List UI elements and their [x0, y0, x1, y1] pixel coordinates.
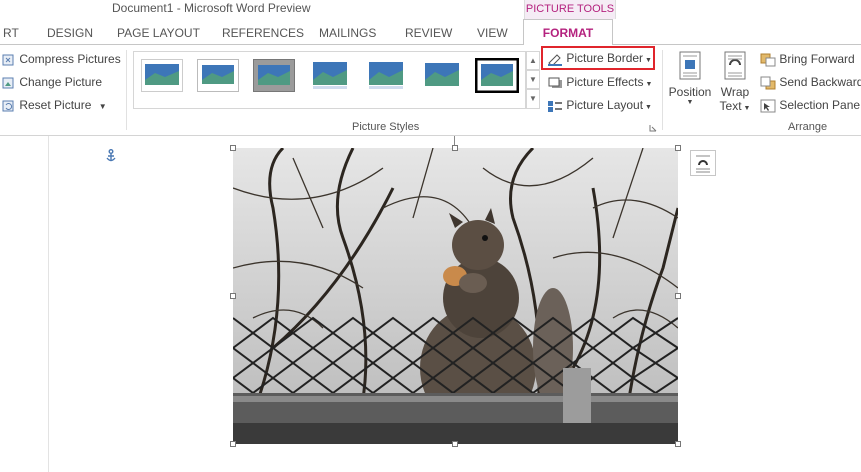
picture-layout-label: Picture Layout [566, 98, 644, 112]
bring-forward-icon [760, 53, 776, 67]
position-icon [679, 51, 701, 80]
tab-format[interactable]: FORMAT [523, 19, 613, 45]
gallery-more[interactable]: ▼ [526, 89, 540, 109]
selection-pane-icon [760, 99, 776, 113]
group-separator [662, 50, 663, 130]
picture-tools-context-label: PICTURE TOOLS [524, 0, 616, 19]
window-title: Document1 - Microsoft Word Preview [112, 1, 311, 15]
style-thumb-5[interactable] [365, 59, 407, 92]
style-thumb-3[interactable] [253, 59, 295, 92]
resize-handle-bottom-left[interactable] [230, 441, 236, 447]
send-backward-label: Send Backward [779, 75, 861, 89]
change-picture-icon [2, 77, 14, 89]
compress-icon [2, 54, 14, 66]
squirrel-photo-image [233, 148, 678, 444]
compress-pictures-label: Compress Pictures [19, 52, 121, 66]
style-thumb-4[interactable] [309, 59, 351, 92]
gallery-scroll-down[interactable]: ▼ [526, 70, 540, 89]
resize-handle-top-right[interactable] [675, 145, 681, 151]
tab-references[interactable]: REFERENCES [222, 24, 304, 44]
effects-icon [548, 77, 562, 88]
position-button[interactable]: Position ▼ [667, 51, 713, 106]
reset-picture-button[interactable]: Reset Picture ▼ [2, 98, 107, 113]
tab-insert-partial[interactable]: RT [3, 24, 19, 44]
style-thumb-6[interactable] [421, 59, 463, 92]
selection-pane-label: Selection Pane [779, 98, 861, 112]
style-thumb-7[interactable] [475, 58, 519, 93]
style-thumb-2[interactable] [197, 59, 239, 92]
bring-forward-label: Bring Forward [779, 52, 855, 66]
change-picture-button[interactable]: Change Picture [2, 75, 102, 90]
tab-view[interactable]: VIEW [477, 24, 508, 44]
change-picture-label: Change Picture [19, 75, 103, 89]
picture-layout-dropdown-icon: ▼ [643, 104, 652, 111]
compress-pictures-button[interactable]: Compress Pictures [2, 52, 121, 67]
wrap-text-icon [724, 51, 746, 80]
group-separator [126, 50, 127, 130]
picture-border-highlight [541, 46, 655, 70]
position-dropdown-icon: ▼ [686, 99, 694, 106]
tab-mailings[interactable]: MAILINGS [319, 24, 376, 44]
anchor-icon[interactable] [104, 149, 118, 163]
selection-pane-button[interactable]: Selection Pane [760, 98, 860, 113]
page-margin-line [48, 136, 49, 472]
picture-effects-button[interactable]: Picture Effects ▼ [547, 75, 652, 90]
tab-design[interactable]: DESIGN [47, 24, 93, 44]
send-backward-icon [760, 76, 776, 90]
gallery-scroll-up[interactable]: ▲ [526, 51, 540, 70]
resize-handle-bottom-right[interactable] [675, 441, 681, 447]
resize-handle-top-left[interactable] [230, 145, 236, 151]
resize-handle-bottom[interactable] [452, 441, 458, 447]
picture-layout-button[interactable]: Picture Layout ▼ [547, 98, 652, 113]
picture-effects-dropdown-icon: ▼ [643, 81, 653, 88]
layout-options-button[interactable] [690, 150, 716, 176]
resize-handle-right[interactable] [675, 293, 681, 299]
tab-page-layout[interactable]: PAGE LAYOUT [117, 24, 200, 44]
bring-forward-button[interactable]: Bring Forward [760, 52, 855, 67]
gallery-thumbs [133, 51, 526, 109]
send-backward-button[interactable]: Send Backward [760, 75, 861, 90]
arrange-group-label: Arrange [788, 121, 828, 133]
dialog-launcher-icon[interactable] [649, 124, 657, 132]
wrap-text-label-line2: Text ▼ [719, 99, 751, 113]
wrap-text-button[interactable]: Wrap Text ▼ [716, 51, 754, 113]
resize-handle-top[interactable] [452, 145, 458, 151]
reset-picture-label: Reset Picture [19, 98, 92, 112]
reset-dropdown-icon[interactable]: ▼ [99, 102, 107, 111]
tab-review[interactable]: REVIEW [405, 24, 452, 44]
picture-effects-label: Picture Effects [566, 75, 644, 89]
squirrel-picture[interactable] [233, 148, 678, 444]
layout-options-icon [696, 155, 710, 173]
picture-styles-group-label: Picture Styles [352, 121, 420, 133]
wrap-text-label-line1: Wrap [720, 85, 750, 99]
layout-icon [548, 100, 562, 112]
position-label: Position [668, 85, 712, 99]
resize-handle-left[interactable] [230, 293, 236, 299]
style-thumb-1[interactable] [141, 59, 183, 92]
reset-picture-icon [2, 100, 14, 112]
